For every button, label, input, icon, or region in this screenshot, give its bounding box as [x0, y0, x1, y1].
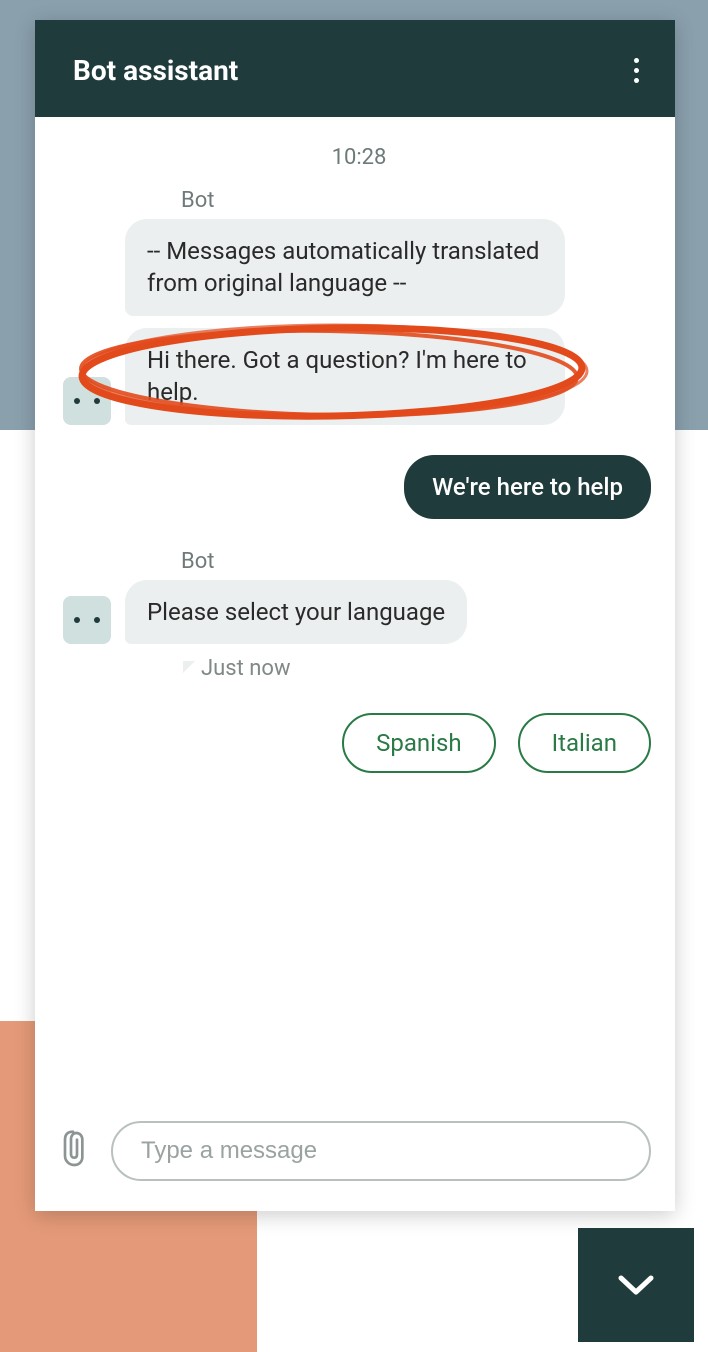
user-message: We're here to help: [404, 455, 651, 519]
conversation-timestamp: 10:28: [63, 145, 655, 170]
message-row: -- Messages automatically translated fro…: [63, 219, 655, 316]
page-background: Bot assistant 10:28 Bot -- Messages auto…: [0, 0, 708, 1352]
bot-avatar: [63, 377, 111, 425]
chat-header: Bot assistant: [35, 20, 675, 117]
timestamp-text: Just now: [201, 656, 291, 681]
message-timestamp: Just now: [213, 656, 655, 681]
more-vertical-icon: [634, 78, 639, 83]
chat-title: Bot assistant: [73, 54, 238, 87]
sender-label-bot: Bot: [181, 549, 655, 574]
chat-composer: [35, 1101, 675, 1211]
chevron-down-icon: [613, 1262, 659, 1308]
language-option-italian[interactable]: Italian: [518, 713, 651, 773]
language-option-spanish[interactable]: Spanish: [342, 713, 495, 773]
attach-file-button[interactable]: [57, 1129, 89, 1173]
bot-message-greeting: Hi there. Got a question? I'm here to he…: [125, 328, 565, 425]
more-vertical-icon: [634, 68, 639, 73]
bot-avatar-icon: [74, 398, 100, 404]
bot-message-system-translation: -- Messages automatically translated fro…: [125, 219, 565, 316]
message-row: Hi there. Got a question? I'm here to he…: [63, 328, 655, 425]
message-row: Please select your language: [63, 580, 655, 644]
quick-reply-options: Spanish Italian: [63, 713, 655, 773]
sender-label-bot: Bot: [181, 188, 655, 213]
message-input[interactable]: [111, 1121, 651, 1181]
chat-body: 10:28 Bot -- Messages automatically tran…: [35, 117, 675, 1101]
minimize-chat-button[interactable]: [578, 1228, 694, 1342]
bubble-tail-icon: [183, 661, 195, 673]
bot-avatar: [63, 596, 111, 644]
more-options-button[interactable]: [628, 52, 645, 89]
bot-avatar-icon: [74, 617, 100, 623]
user-message-row: We're here to help: [63, 455, 651, 519]
more-vertical-icon: [634, 58, 639, 63]
bot-message-language-prompt: Please select your language: [125, 580, 467, 644]
paperclip-icon: [57, 1129, 89, 1169]
chat-widget-window: Bot assistant 10:28 Bot -- Messages auto…: [35, 20, 675, 1211]
